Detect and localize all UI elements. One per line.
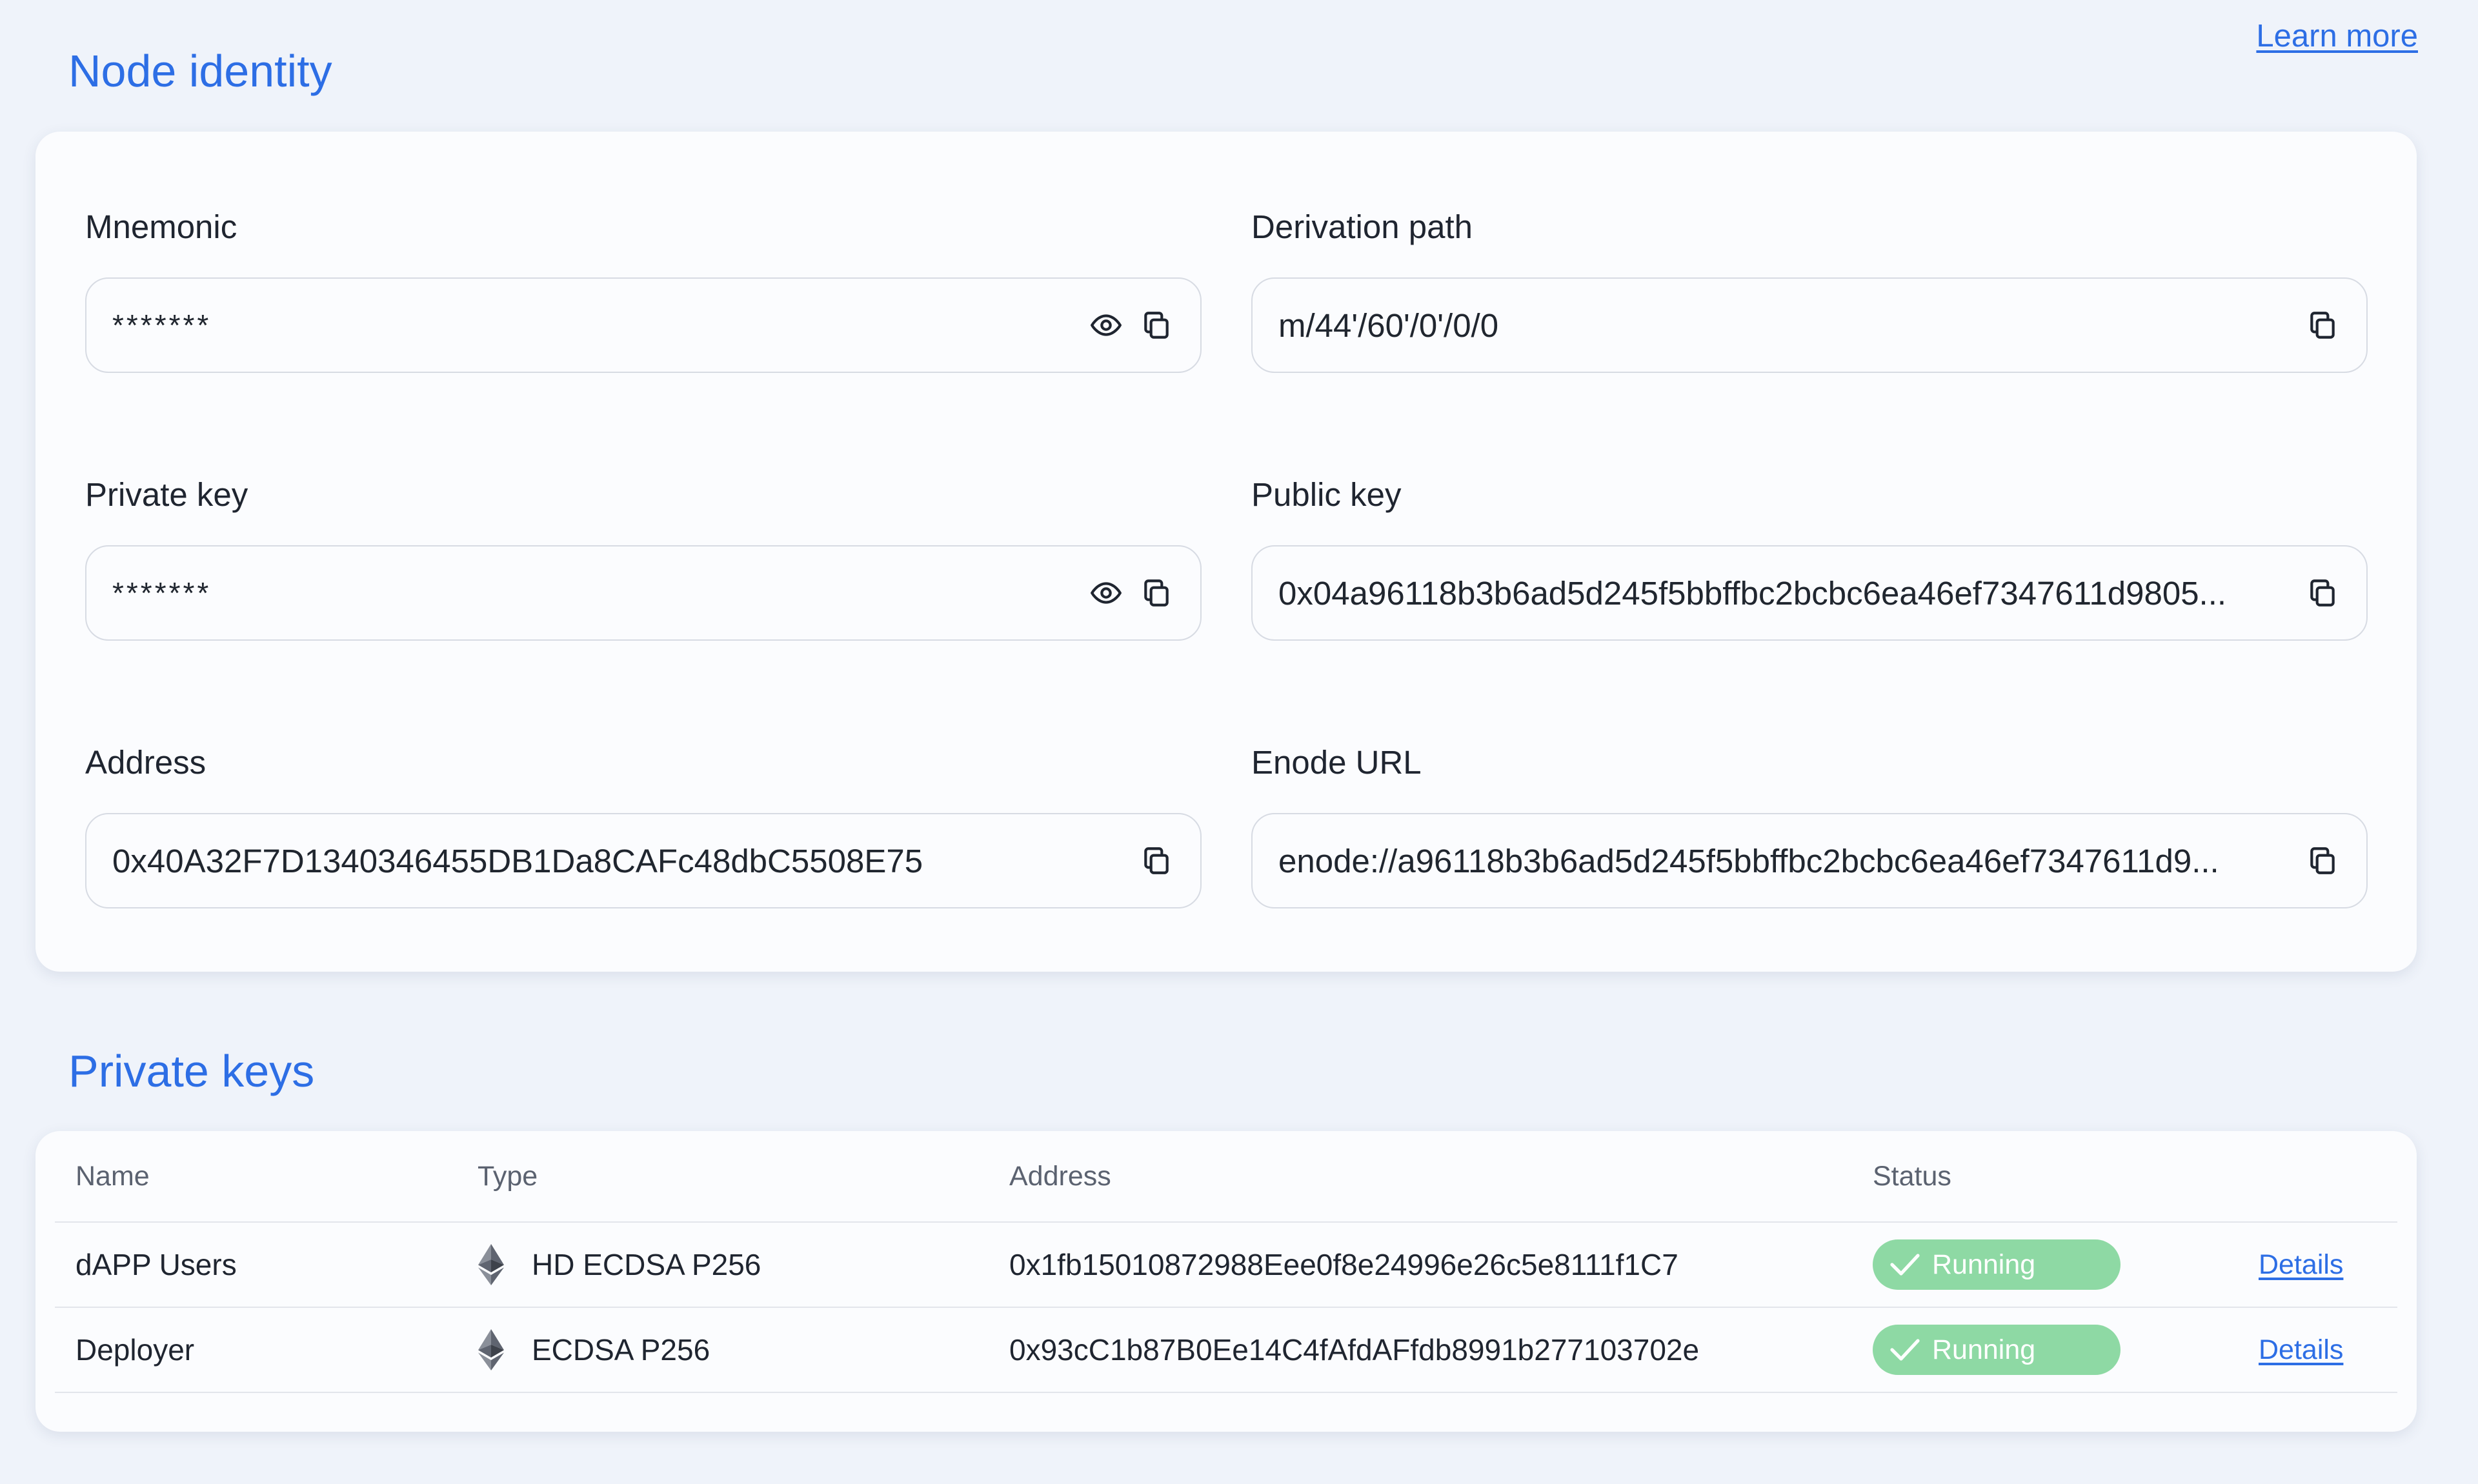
copy-icon[interactable] — [2302, 572, 2343, 614]
table-row: dAPP Users HD ECDSA P256 0x1fb1501087298… — [55, 1223, 2397, 1308]
column-header-type: Type — [478, 1160, 538, 1192]
copy-icon[interactable] — [2302, 840, 2343, 881]
row-type: ECDSA P256 — [478, 1329, 710, 1370]
row-address: 0x93cC1b87B0Ee14C4fAfdAFfdb8991b27710370… — [1009, 1333, 1700, 1367]
private-key-field: Private key ******* — [85, 476, 1202, 641]
public-key-value: 0x04a96118b3b6ad5d245f5bbffbc2bcbc6ea46e… — [1278, 574, 2227, 612]
details-link[interactable]: Details — [2259, 1249, 2343, 1281]
enode-url-value: enode://a96118b3b6ad5d245f5bbffbc2bcbc6e… — [1278, 842, 2219, 879]
copy-icon[interactable] — [1136, 840, 1177, 881]
private-key-value: ******* — [112, 576, 212, 610]
mnemonic-field: Mnemonic ******* — [85, 208, 1202, 373]
enode-url-field: Enode URL enode://a96118b3b6ad5d245f5bbf… — [1251, 743, 2368, 908]
public-key-label: Public key — [1251, 476, 1402, 513]
row-address: 0x1fb15010872988Eee0f8e24996e26c5e8111f1… — [1009, 1248, 1678, 1281]
mnemonic-value: ******* — [112, 308, 212, 342]
learn-more-link[interactable]: Learn more — [2256, 18, 2418, 54]
private-keys-table: Name Type Address Status dAPP Users HD E… — [55, 1131, 2397, 1393]
public-key-input[interactable]: 0x04a96118b3b6ad5d245f5bbffbc2bcbc6ea46e… — [1251, 545, 2368, 641]
status-label: Running — [1932, 1248, 2036, 1280]
check-icon — [1890, 1339, 1920, 1361]
derivation-path-field: Derivation path m/44'/60'/0'/0/0 — [1251, 208, 2368, 373]
row-name: Deployer — [76, 1333, 195, 1367]
enode-url-input[interactable]: enode://a96118b3b6ad5d245f5bbffbc2bcbc6e… — [1251, 813, 2368, 908]
copy-icon[interactable] — [2302, 305, 2343, 346]
node-identity-title: Node identity — [68, 46, 332, 96]
eye-icon[interactable] — [1085, 572, 1127, 614]
status-badge: Running — [1873, 1239, 2120, 1290]
row-type: HD ECDSA P256 — [478, 1244, 761, 1285]
derivation-path-input[interactable]: m/44'/60'/0'/0/0 — [1251, 277, 2368, 373]
copy-icon[interactable] — [1136, 572, 1177, 614]
public-key-field: Public key 0x04a96118b3b6ad5d245f5bbffbc… — [1251, 476, 2368, 641]
private-keys-title: Private keys — [68, 1046, 315, 1096]
details-link[interactable]: Details — [2259, 1334, 2343, 1366]
address-input[interactable]: 0x40A32F7D1340346455DB1Da8CAFc48dbC5508E… — [85, 813, 1202, 908]
private-key-label: Private key — [85, 476, 248, 513]
column-header-address: Address — [1009, 1160, 1111, 1192]
eye-icon[interactable] — [1085, 305, 1127, 346]
address-value: 0x40A32F7D1340346455DB1Da8CAFc48dbC5508E… — [112, 842, 923, 879]
address-label: Address — [85, 744, 206, 781]
status-badge: Running — [1873, 1325, 2120, 1375]
row-type-label: ECDSA P256 — [532, 1333, 710, 1367]
check-icon — [1890, 1254, 1920, 1276]
private-key-input[interactable]: ******* — [85, 545, 1202, 641]
derivation-path-value: m/44'/60'/0'/0/0 — [1278, 306, 1499, 344]
mnemonic-input[interactable]: ******* — [85, 277, 1202, 373]
table-header: Name Type Address Status — [55, 1131, 2397, 1223]
table-row: Deployer ECDSA P256 0x93cC1b87B0Ee14C4fA… — [55, 1308, 2397, 1393]
private-keys-card: Name Type Address Status dAPP Users HD E… — [35, 1131, 2417, 1432]
derivation-path-label: Derivation path — [1251, 208, 1473, 245]
ethereum-icon — [478, 1244, 504, 1285]
column-header-status: Status — [1873, 1160, 1951, 1192]
ethereum-icon — [478, 1329, 504, 1370]
mnemonic-label: Mnemonic — [85, 208, 237, 245]
row-name: dAPP Users — [76, 1248, 237, 1281]
copy-icon[interactable] — [1136, 305, 1177, 346]
column-header-name: Name — [76, 1160, 150, 1192]
status-label: Running — [1932, 1334, 2036, 1365]
node-identity-card: Mnemonic ******* Derivation path m/44'/6… — [35, 132, 2417, 972]
enode-url-label: Enode URL — [1251, 744, 1422, 781]
address-field: Address 0x40A32F7D1340346455DB1Da8CAFc48… — [85, 743, 1202, 908]
row-type-label: HD ECDSA P256 — [532, 1248, 761, 1281]
